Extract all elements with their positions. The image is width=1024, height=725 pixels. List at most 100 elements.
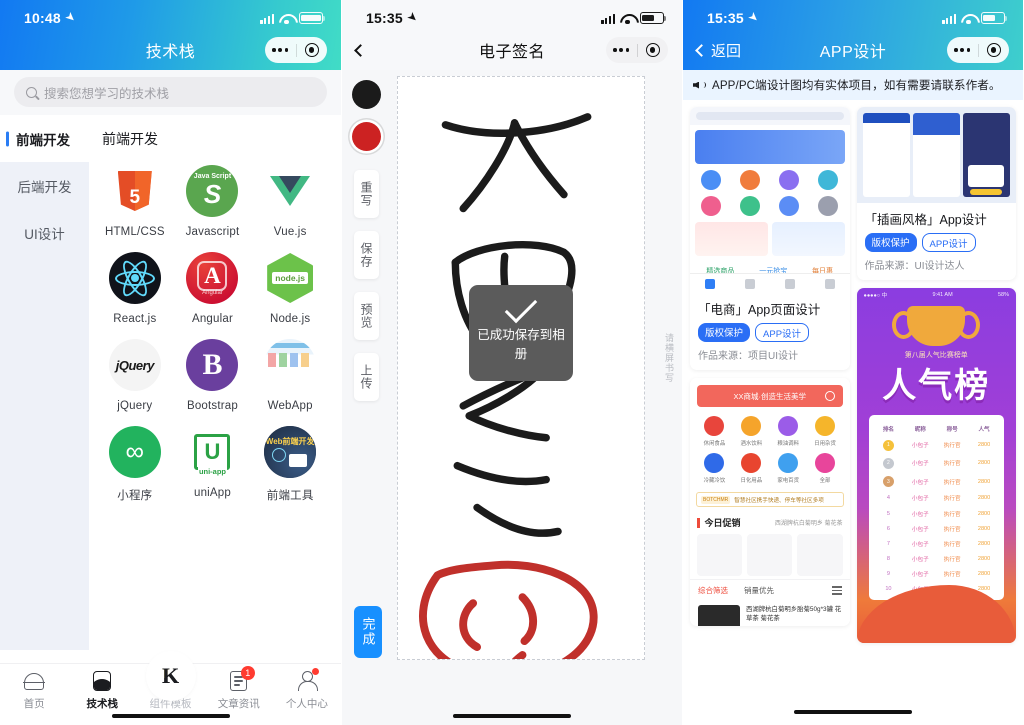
more-dots-icon[interactable] — [606, 47, 637, 53]
phone-panel-signature: 15:35 ➤ 电子签名 重写 保存 预览 上传 已成功保存到相册 请横屏书写 … — [341, 0, 682, 725]
color-swatch-group — [352, 80, 381, 151]
search-input[interactable]: 搜索您想学习的技术栈 — [14, 77, 327, 107]
table-row: 2 小包子 执行官 2800 — [869, 454, 1005, 472]
section-title: 前端开发 — [102, 131, 158, 147]
location-arrow-icon: ➤ — [62, 8, 80, 26]
tab-label: 首页 — [23, 698, 45, 710]
check-icon — [504, 291, 538, 324]
mall-search-title: XX商城·创造生活美学 — [733, 391, 806, 401]
category-rail: 前端开发 后端开发 UI设计 — [0, 115, 89, 650]
mall-section-header: 今日促销 西湖牌杭白菊明乡 菊花茶 — [690, 511, 850, 531]
battery-icon — [299, 12, 326, 24]
tile-label: uniApp — [193, 487, 231, 499]
tile-react[interactable]: React.js — [96, 246, 174, 329]
rank-table: 排名 昵称 称号 人气 1 小包子 执行官 2800 2 小包子 执行官 280… — [868, 415, 1005, 601]
black-swatch[interactable] — [352, 80, 381, 109]
uniapp-icon: Uuni-app — [186, 426, 239, 478]
work-card-mall[interactable]: XX商城·创造生活美学 休闲食品 酒水饮料 粮油调料 日用杂货 冷藏冷饮 日化用… — [690, 378, 850, 626]
filter-primary: 综合筛选 — [698, 586, 728, 595]
tile-webapp[interactable]: WebApp — [251, 333, 329, 416]
search-area: 搜索您想学习的技术栈 — [0, 70, 341, 115]
work-card-ecommerce[interactable]: 精选商品 一元抢宝 每日惠 点击有惊喜 点击有惊喜 好物新上架 — [690, 107, 850, 370]
phone-panel-app-design: 15:35 ➤ 返回 APP设计 APP/PC端设计图均有实体项目，如有需要请联… — [682, 0, 1023, 725]
sidebar-item-backend[interactable]: 后端开发 — [0, 162, 89, 209]
tile-javascript[interactable]: Java Script S Javascript — [174, 159, 252, 242]
miniprogram-capsule[interactable] — [265, 37, 327, 63]
product-image — [698, 605, 740, 626]
tab-tech-stack[interactable]: 技术栈 — [68, 670, 136, 711]
tile-label: HTML/CSS — [104, 226, 165, 238]
work-source: 作品来源：项目UI设计 — [698, 351, 798, 362]
more-dots-icon[interactable] — [947, 47, 978, 53]
medal-bronze: 3 — [882, 476, 894, 488]
tile-nodejs[interactable]: node.js Node.js — [251, 246, 329, 329]
col-rank: 排名 — [882, 426, 895, 433]
rewrite-button[interactable]: 重写 — [354, 170, 379, 218]
medal-silver: 2 — [882, 457, 894, 469]
tile-miniprogram[interactable]: ∞ 小程序 — [96, 420, 174, 507]
status-time-group: 10:48 ➤ — [24, 9, 79, 26]
chevron-left-icon — [354, 43, 367, 57]
angular-icon: A Angular — [186, 252, 239, 304]
page-title: APP设计 — [819, 44, 887, 61]
miniprogram-icon: ∞ — [108, 426, 161, 478]
tool-button-group: 重写 保存 预览 上传 — [354, 170, 379, 401]
tab-home[interactable]: 首页 — [0, 670, 68, 711]
target-circle-icon[interactable] — [638, 43, 669, 57]
back-button[interactable]: 返回 — [695, 30, 741, 70]
target-circle-icon[interactable] — [297, 43, 328, 57]
table-row: 8 小包子 执行官 2800 — [886, 556, 991, 564]
search-icon — [824, 391, 835, 401]
mall-strip: BOTCHMR 智慧社区携手快递、停车等社区多项 — [696, 492, 844, 507]
tab-profile[interactable]: 个人中心 — [273, 668, 341, 711]
tile-angular[interactable]: A Angular Angular — [174, 246, 252, 329]
col-title: 称号 — [946, 426, 958, 433]
red-swatch[interactable] — [352, 122, 381, 151]
sidebar-item-frontend[interactable]: 前端开发 — [0, 115, 89, 162]
tile-label: Javascript — [185, 226, 240, 238]
location-arrow-icon: ➤ — [404, 8, 422, 26]
section-label: 今日促销 — [704, 518, 741, 528]
tile-frontend-tools[interactable]: Web前端开发 前端工具 — [251, 420, 329, 507]
save-button[interactable]: 保存 — [354, 231, 379, 279]
tile-uniapp[interactable]: Uuni-app uniApp — [174, 420, 252, 507]
javascript-icon: Java Script S — [186, 165, 239, 217]
notice-banner: APP/PC端设计图均有实体项目，如有需要请联系作者。 — [683, 70, 1023, 100]
tab-articles[interactable]: 1 文章资讯 — [205, 666, 273, 711]
mall-cat: 休闲食品 — [703, 441, 726, 447]
preview-button[interactable]: 预览 — [354, 292, 379, 340]
cellular-signal-icon — [601, 13, 615, 24]
back-button[interactable] — [354, 30, 367, 70]
list-view-icon — [831, 586, 842, 595]
tile-bootstrap[interactable]: B Bootstrap — [174, 333, 252, 416]
status-indicators — [601, 12, 667, 25]
miniprogram-capsule[interactable] — [947, 37, 1009, 63]
tile-label: 小程序 — [117, 490, 153, 502]
panel2-header: 15:35 ➤ 电子签名 — [342, 0, 682, 70]
signature-canvas[interactable]: 已成功保存到相册 — [397, 76, 645, 660]
tile-html-css[interactable]: HTML5 HTML/CSS — [96, 159, 174, 242]
tab-component-template[interactable]: K 组件模板 — [136, 654, 204, 711]
cellular-signal-icon — [942, 13, 956, 24]
mall-cat: 粮油调料 — [777, 441, 799, 447]
search-placeholder: 搜索您想学习的技术栈 — [44, 86, 170, 101]
miniprogram-capsule[interactable] — [606, 37, 668, 63]
webapp-icon — [264, 339, 317, 391]
target-circle-icon[interactable] — [979, 43, 1010, 57]
status-indicators — [260, 12, 326, 25]
work-card-illustration[interactable]: 「插画风格」App设计 版权保护 APP设计 作品来源：UI设计达人 — [856, 107, 1016, 280]
home-indicator — [453, 713, 571, 718]
battery-icon — [640, 12, 667, 24]
work-card-ranking[interactable]: ●●●●○ 中 9:41 AM 58% 第八届人气比赛榜单 人气榜 排名 昵称 … — [856, 288, 1016, 643]
tile-jquery[interactable]: jQuery jQuery — [96, 333, 174, 416]
table-header-row: 排名 昵称 称号 人气 — [869, 421, 1005, 436]
more-dots-icon[interactable] — [265, 47, 296, 53]
sidebar-item-uidesign[interactable]: UI设计 — [0, 209, 89, 256]
mall-product-row — [690, 531, 850, 579]
done-button[interactable]: 完成 — [354, 606, 382, 658]
tile-vue[interactable]: Vue.js — [251, 159, 329, 242]
tile-label: Angular — [191, 313, 234, 325]
mall-app-thumb: XX商城·创造生活美学 休闲食品 酒水饮料 粮油调料 日用杂货 冷藏冷饮 日化用… — [690, 378, 850, 626]
tile-label: jQuery — [117, 400, 153, 412]
upload-button[interactable]: 上传 — [354, 353, 379, 401]
